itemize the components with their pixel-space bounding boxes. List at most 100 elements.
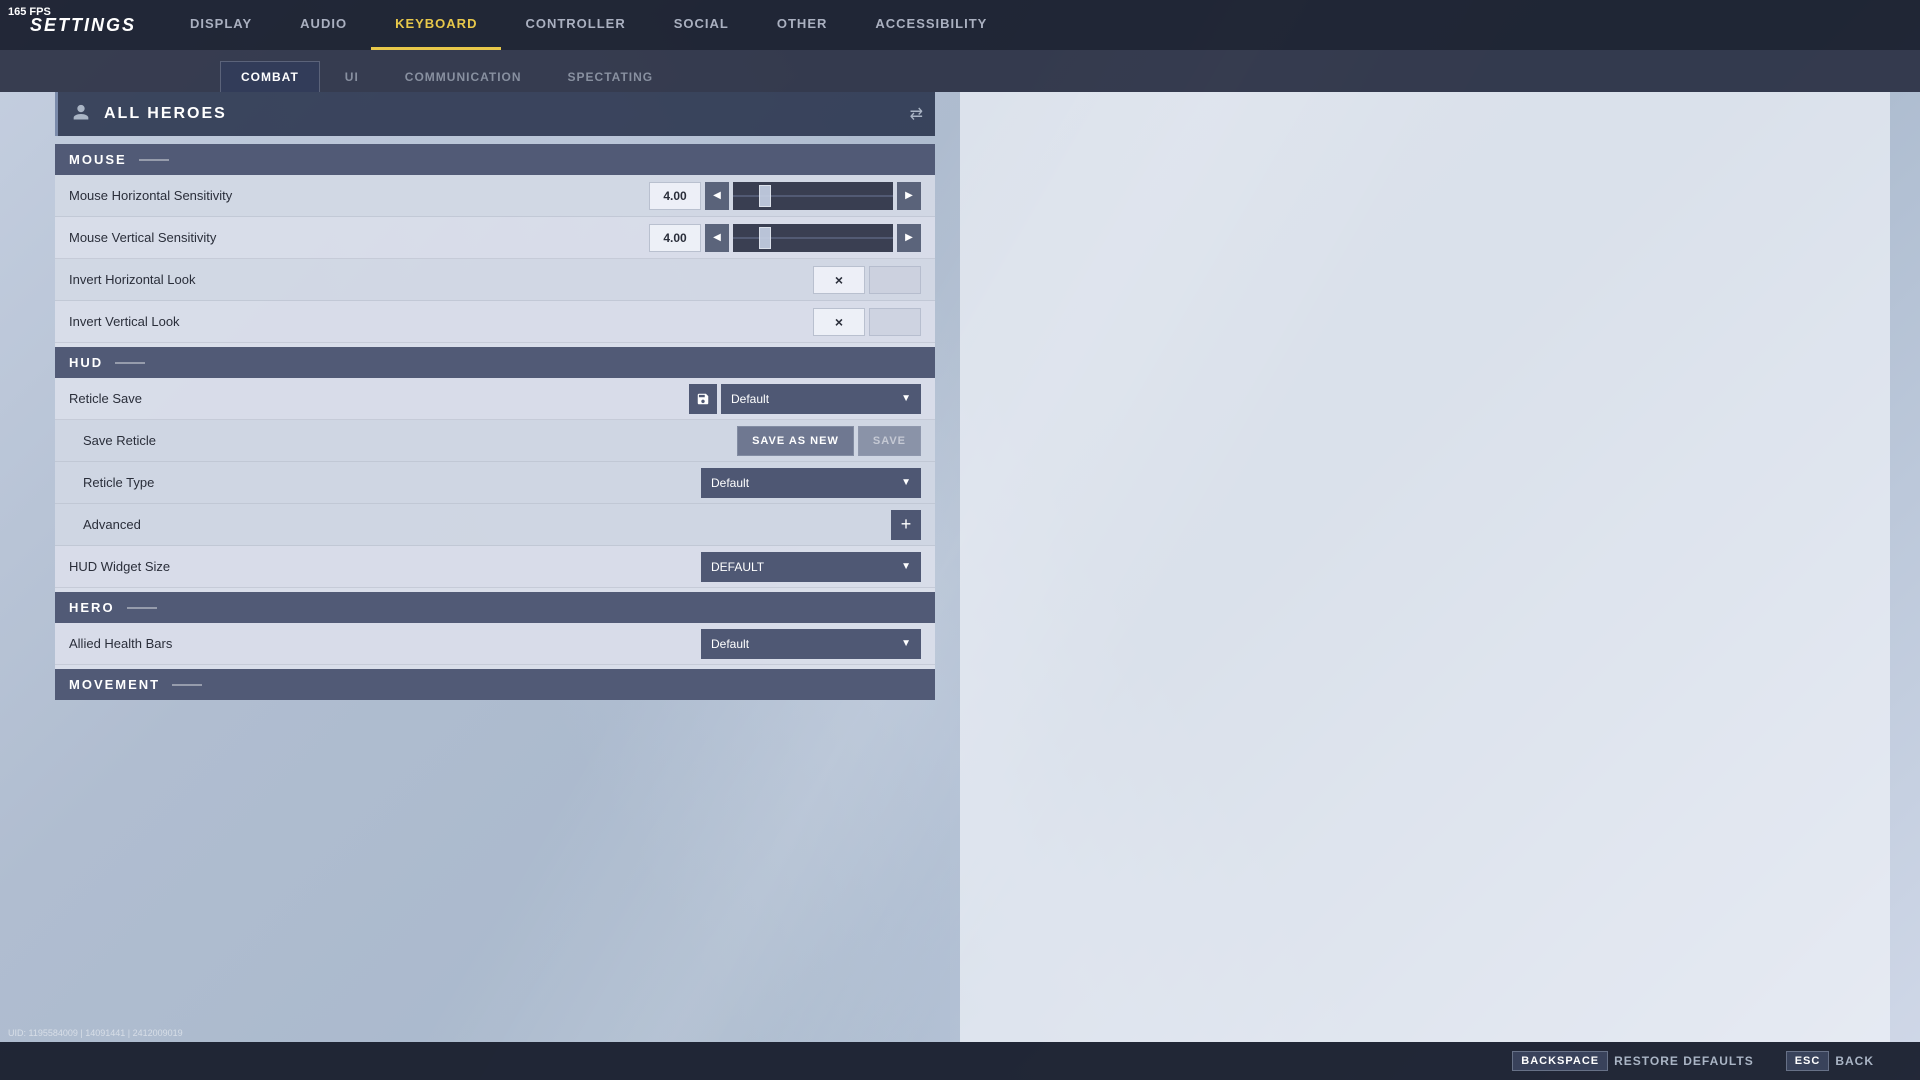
invert-vertical-checkbox[interactable]: × [813,308,865,336]
invert-horizontal-toggle: × [813,266,921,294]
tab-ui[interactable]: UI [324,61,380,92]
invert-horizontal-checkbox[interactable]: × [813,266,865,294]
tab-combat[interactable]: COMBAT [220,61,320,92]
allied-health-bars-dropdown[interactable]: Default ▼ [701,629,921,659]
heroes-bar[interactable]: ALL HEROES ⇄ [55,92,935,136]
mouse-horizontal-increase[interactable]: ▶ [897,182,921,210]
heroes-swap-button[interactable]: ⇄ [910,104,923,124]
tab-communication[interactable]: COMMUNICATION [384,61,543,92]
slider-line [733,195,893,197]
mouse-horizontal-sensitivity-control: 4.00 ◀ ▶ [649,182,921,210]
mouse-horizontal-sensitivity-label: Mouse Horizontal Sensitivity [69,188,649,203]
top-navigation: SETTINGS DISPLAY AUDIO KEYBOARD CONTROLL… [0,0,1920,50]
heroes-icon [70,103,92,125]
reticle-save-dropdown[interactable]: Default ▼ [721,384,921,414]
reticle-type-dropdown[interactable]: Default ▼ [701,468,921,498]
invert-vertical-toggle: × [813,308,921,336]
movement-section-title: MOVEMENT [69,677,160,692]
hero-section-header: HERO [55,592,935,623]
invert-horizontal-right [869,266,921,294]
nav-social[interactable]: SOCIAL [650,0,753,50]
invert-vertical-look-label: Invert Vertical Look [69,314,813,329]
hero-section-title: HERO [69,600,115,615]
hero-section-line [127,607,157,609]
restore-defaults-button[interactable]: BACKSPACE RESTORE DEFAULTS [1496,1042,1769,1080]
advanced-label: Advanced [83,517,891,532]
advanced-row: Advanced + [55,504,935,546]
nav-controller[interactable]: CONTROLLER [501,0,649,50]
mouse-vertical-decrease[interactable]: ◀ [705,224,729,252]
nav-display[interactable]: DISPLAY [166,0,276,50]
right-panel [960,92,1890,1042]
reticle-type-row: Reticle Type Default ▼ [55,462,935,504]
invert-vertical-look-row: Invert Vertical Look × [55,301,935,343]
nav-accessibility[interactable]: ACCESSIBILITY [851,0,1011,50]
invert-horizontal-look-row: Invert Horizontal Look × [55,259,935,301]
nav-audio[interactable]: AUDIO [276,0,371,50]
reticle-save-row: Reticle Save Default ▼ [55,378,935,420]
content-area: ALL HEROES ⇄ MOUSE Mouse Horizontal Sens… [55,92,935,1050]
mouse-vertical-slider-track[interactable] [733,224,893,252]
tab-spectating[interactable]: SPECTATING [547,61,675,92]
hud-widget-size-label: HUD Widget Size [69,559,701,574]
reticle-type-label: Reticle Type [83,475,701,490]
slider-line-vert [733,237,893,239]
settings-panel: MOUSE Mouse Horizontal Sensitivity 4.00 … [55,144,935,700]
mouse-section-line [139,159,169,161]
advanced-expand-button[interactable]: + [891,510,921,540]
hud-widget-size-dropdown[interactable]: DEFAULT ▼ [701,552,921,582]
invert-vertical-right [869,308,921,336]
save-to-file-icon [696,392,710,406]
back-label: BACK [1835,1054,1874,1068]
allied-health-bars-value: Default [711,637,897,651]
mouse-vertical-sensitivity-row: Mouse Vertical Sensitivity 4.00 ◀ ▶ [55,217,935,259]
hud-widget-size-arrow: ▼ [901,561,911,572]
fps-counter: 165 FPS [8,6,51,18]
invert-horizontal-look-label: Invert Horizontal Look [69,272,813,287]
debug-info: UID: 1195584009 | 14091441 | 2412009019 [8,1028,183,1038]
heroes-title: ALL HEROES [104,105,898,123]
mouse-section-header: MOUSE [55,144,935,175]
mouse-horizontal-value: 4.00 [649,182,701,210]
allied-health-bars-label: Allied Health Bars [69,636,701,651]
allied-health-bars-row: Allied Health Bars Default ▼ [55,623,935,665]
hud-widget-size-value: DEFAULT [711,560,897,574]
hud-widget-size-row: HUD Widget Size DEFAULT ▼ [55,546,935,588]
back-key: ESC [1786,1051,1830,1071]
save-reticle-label: Save Reticle [83,433,737,448]
mouse-horizontal-slider-track[interactable] [733,182,893,210]
reticle-save-label: Reticle Save [69,391,689,406]
nav-keyboard[interactable]: KEYBOARD [371,0,501,50]
nav-other[interactable]: OTHER [753,0,852,50]
restore-defaults-label: RESTORE DEFAULTS [1614,1054,1754,1068]
mouse-vertical-sensitivity-control: 4.00 ◀ ▶ [649,224,921,252]
reticle-type-arrow: ▼ [901,477,911,488]
reticle-save-control: Default ▼ [689,384,921,414]
sub-navigation: COMBAT UI COMMUNICATION SPECTATING [0,50,1920,92]
nav-items: DISPLAY AUDIO KEYBOARD CONTROLLER SOCIAL… [166,0,1011,50]
reticle-type-value: Default [711,476,897,490]
mouse-vertical-increase[interactable]: ▶ [897,224,921,252]
mouse-horizontal-slider-thumb[interactable] [759,185,771,207]
bottom-bar: BACKSPACE RESTORE DEFAULTS ESC BACK [0,1042,1920,1080]
restore-defaults-key: BACKSPACE [1512,1051,1608,1071]
allied-health-bars-arrow: ▼ [901,638,911,649]
mouse-vertical-sensitivity-label: Mouse Vertical Sensitivity [69,230,649,245]
reticle-save-icon-button[interactable] [689,384,717,414]
reticle-save-dropdown-arrow: ▼ [901,393,911,404]
mouse-horizontal-sensitivity-row: Mouse Horizontal Sensitivity 4.00 ◀ ▶ [55,175,935,217]
back-button[interactable]: ESC BACK [1770,1042,1890,1080]
movement-section-line [172,684,202,686]
save-reticle-buttons: SAVE AS NEW SAVE [737,426,921,456]
mouse-vertical-value: 4.00 [649,224,701,252]
reticle-save-dropdown-value: Default [731,392,897,406]
hud-section-line [115,362,145,364]
save-reticle-row: Save Reticle SAVE AS NEW SAVE [55,420,935,462]
mouse-horizontal-decrease[interactable]: ◀ [705,182,729,210]
save-button[interactable]: SAVE [858,426,921,456]
mouse-vertical-slider-thumb[interactable] [759,227,771,249]
hud-section-header: HUD [55,347,935,378]
mouse-section-title: MOUSE [69,152,127,167]
movement-section-header: MOVEMENT [55,669,935,700]
save-as-new-button[interactable]: SAVE AS NEW [737,426,854,456]
